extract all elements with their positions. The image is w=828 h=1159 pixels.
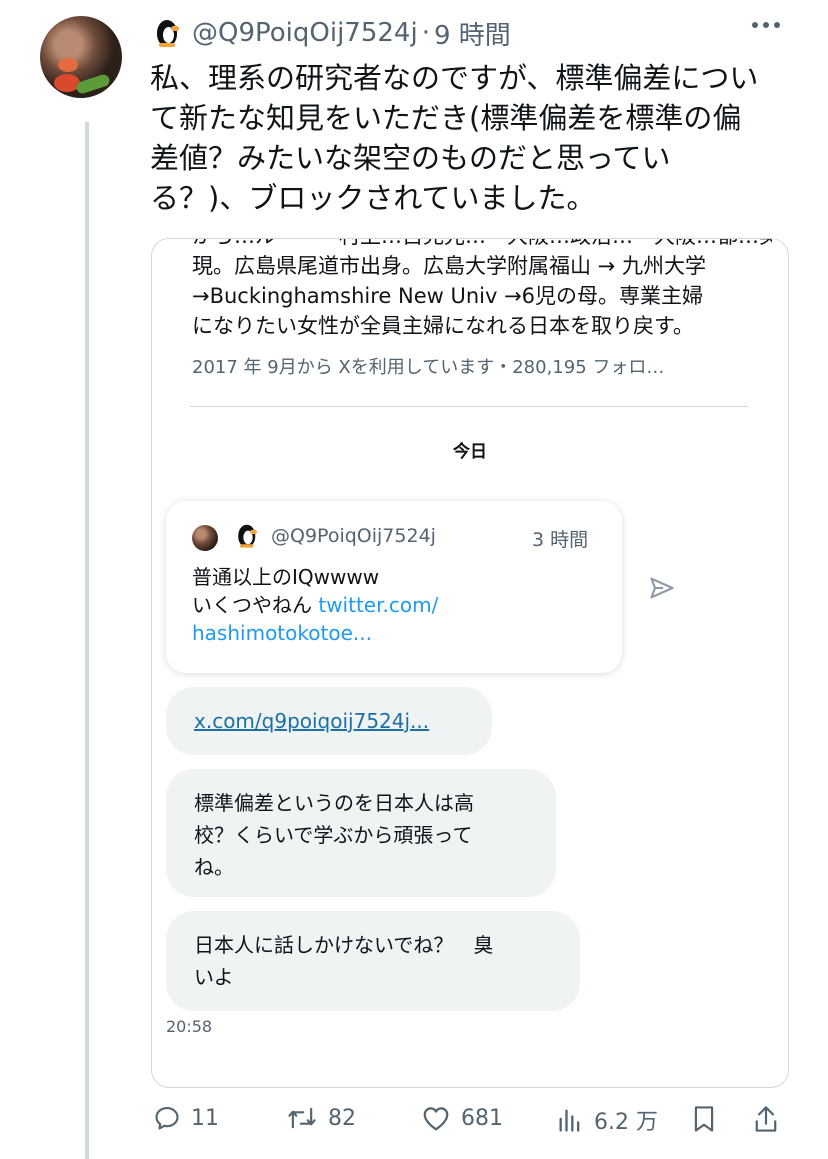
share-button[interactable]	[752, 1104, 780, 1134]
divider	[190, 406, 748, 407]
message-timestamp: 20:58	[166, 1017, 213, 1036]
repost-count: 82	[328, 1105, 356, 1131]
share-icon	[755, 1106, 777, 1132]
quoted-text: 普通以上のIQwwww いくつやねん twitter.com/ hashimot…	[192, 563, 602, 647]
avatar	[192, 525, 218, 551]
penguin-emoji-icon	[234, 523, 260, 549]
analytics-icon	[559, 1109, 580, 1132]
bio-line: 現。広島県尾道市出身。広島大学附属福山 → 九州大学	[192, 254, 706, 278]
repost-icon	[288, 1107, 316, 1129]
message-line: ね。	[194, 855, 234, 879]
penguin-emoji-icon	[152, 18, 182, 48]
message-line: 日本人に話しかけないでね？ 臭	[194, 933, 494, 957]
heart-icon	[423, 1107, 449, 1131]
message-bubble: 標準偏差というのを日本人は高 校？くらいで学ぶから頑張って ね。	[166, 769, 556, 897]
bookmark-button[interactable]	[690, 1104, 718, 1134]
quoted-text-line: いくつやねん	[192, 593, 319, 617]
quoted-link[interactable]: hashimotokotoe...	[192, 619, 602, 647]
user-handle[interactable]: @Q9PoiqOij7524j	[192, 18, 418, 48]
message-line: 標準偏差というのを日本人は高	[194, 791, 474, 815]
thread-line	[85, 122, 89, 1159]
profile-bio: から…ルー・・村上…自見光…・大阪…政治…・大阪…都…実 現。広島県尾道市出身。…	[192, 239, 772, 341]
quoted-post-card[interactable]: @Q9PoiqOij7524j 3 時間 普通以上のIQwwww いくつやねん …	[166, 501, 622, 673]
message-bubble: 日本人に話しかけないでね？ 臭 いよ	[166, 911, 580, 1011]
bio-cut-line: から…ルー・・村上…自見光…・大阪…政治…・大阪…都…実	[192, 239, 772, 251]
message-line: いよ	[194, 965, 234, 989]
separator: ·	[421, 18, 430, 48]
tweet-text-line: て新たな知見をいただき(標準偏差を標準の偏	[150, 101, 742, 135]
day-label: 今日	[453, 442, 487, 462]
message-link[interactable]: x.com/q9poiqoij7524j...	[194, 705, 429, 737]
message-bubble[interactable]: x.com/q9poiqoij7524j...	[166, 687, 492, 755]
reply-count: 11	[191, 1105, 219, 1131]
send-icon[interactable]	[648, 574, 676, 602]
avatar[interactable]	[40, 16, 122, 98]
tweet-text-line: 差値？みたいな架空のものだと思ってい	[150, 141, 671, 175]
quoted-text-line: 普通以上のIQwwww	[192, 565, 380, 589]
like-count: 681	[461, 1105, 503, 1131]
bio-line: になりたい女性が全員主婦になれる日本を取り戻す。	[192, 314, 694, 338]
reply-button[interactable]: 11	[153, 1104, 219, 1132]
quoted-time: 3 時間	[532, 529, 589, 551]
bookmark-icon	[694, 1106, 714, 1132]
attached-screenshot[interactable]: から…ルー・・村上…自見光…・大阪…政治…・大阪…都…実 現。広島県尾道市出身。…	[151, 238, 789, 1088]
tweet-text-line: る？)、ブロックされていました。	[150, 181, 596, 215]
reply-icon	[155, 1107, 179, 1130]
quoted-handle: @Q9PoiqOij7524j	[271, 525, 436, 547]
views-button[interactable]: 6.2 万	[556, 1104, 658, 1136]
like-button[interactable]: 681	[421, 1104, 503, 1132]
bio-line: →Buckinghamshire New Univ →6児の母。専業主婦	[192, 284, 704, 308]
profile-joined-info: 2017 年 9月から Xを利用しています・280,195 フォロ…	[192, 357, 665, 378]
message-line: 校？くらいで学ぶから頑張って	[194, 823, 473, 847]
tweet-text-line: 私、理系の研究者なのですが、標準偏差につい	[150, 61, 759, 95]
tweet-text: 私、理系の研究者なのですが、標準偏差につい て新たな知見をいただき(標準偏差を標…	[150, 58, 810, 218]
tweet-header: @Q9PoiqOij7524j · 9 時間	[152, 14, 511, 52]
view-count: 6.2 万	[594, 1110, 658, 1135]
repost-button[interactable]: 82	[286, 1104, 356, 1132]
tweet-time[interactable]: 9 時間	[434, 15, 511, 52]
more-options-icon[interactable]	[752, 22, 786, 32]
quoted-link[interactable]: twitter.com/	[318, 593, 438, 617]
